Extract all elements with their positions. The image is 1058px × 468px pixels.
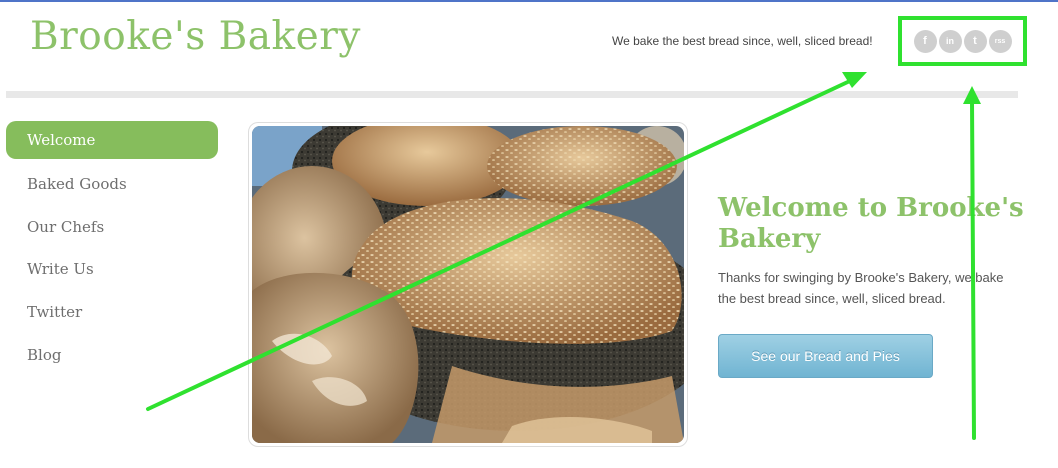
sidebar-nav: Welcome Baked Goods Our Chefs Write Us T… — [6, 121, 218, 376]
header-divider — [6, 91, 1018, 98]
rss-icon-glyph: rss — [994, 37, 1006, 45]
tagline: We bake the best bread since, well, slic… — [612, 34, 873, 48]
nav-item-write-us[interactable]: Write Us — [6, 248, 218, 291]
welcome-text: Thanks for swinging by Brooke's Bakery, … — [718, 270, 1004, 306]
social-icons-highlight: f in t rss — [898, 16, 1027, 66]
nav-item-label: Write Us — [27, 260, 94, 279]
twitter-icon-glyph: t — [973, 35, 977, 47]
welcome-heading: Welcome to Brooke's Bakery — [718, 193, 1024, 254]
bread-photo — [252, 126, 684, 443]
nav-item-label: Welcome — [27, 131, 96, 149]
nav-item-our-chefs[interactable]: Our Chefs — [6, 206, 218, 249]
see-bread-and-pies-button[interactable]: See our Bread and Pies — [718, 334, 933, 378]
nav-item-blog[interactable]: Blog — [6, 333, 218, 376]
nav-item-label: Baked Goods — [27, 175, 127, 194]
annotation-arrowhead-diagonal — [842, 72, 867, 88]
rss-icon[interactable]: rss — [988, 29, 1012, 53]
facebook-icon[interactable]: f — [913, 29, 937, 53]
site-title[interactable]: Brooke's Bakery — [30, 14, 361, 59]
facebook-icon-glyph: f — [923, 35, 927, 47]
linkedin-icon-glyph: in — [946, 36, 954, 46]
nav-item-label: Our Chefs — [27, 217, 105, 236]
linkedin-icon[interactable]: in — [938, 29, 962, 53]
nav-item-twitter[interactable]: Twitter — [6, 291, 218, 334]
nav-item-label: Twitter — [27, 303, 83, 322]
top-border-line — [0, 0, 1058, 2]
nav-item-welcome[interactable]: Welcome — [6, 121, 218, 159]
nav-item-baked-goods[interactable]: Baked Goods — [6, 163, 218, 206]
hero-image-frame — [248, 122, 688, 447]
twitter-icon[interactable]: t — [963, 29, 987, 53]
nav-item-label: Blog — [27, 345, 62, 364]
